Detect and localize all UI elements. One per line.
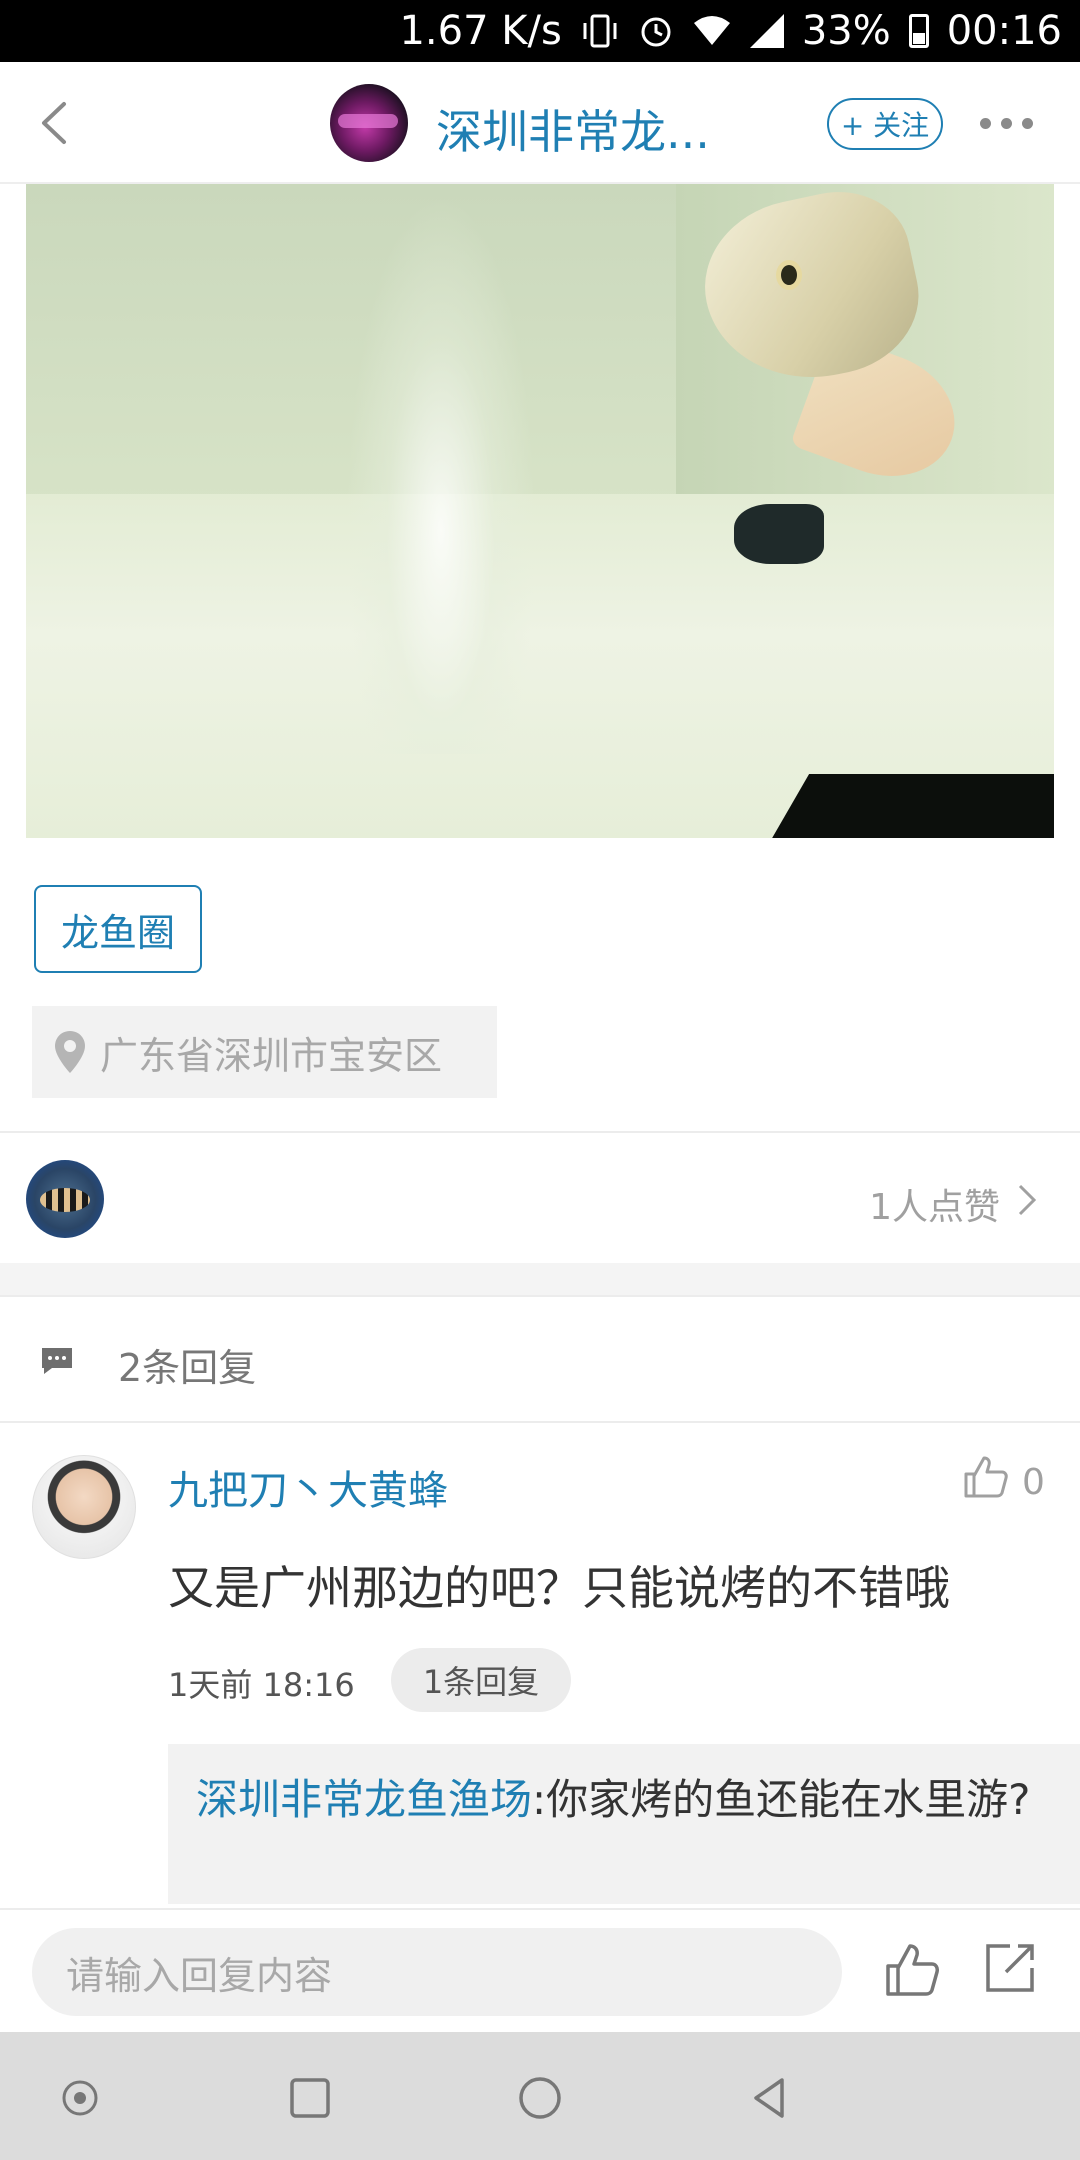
- reply-count: 2条回复: [118, 1346, 257, 1390]
- alarm-icon: [638, 13, 674, 49]
- back-triangle-icon[interactable]: [748, 2076, 792, 2120]
- share-icon[interactable]: [982, 1940, 1038, 1996]
- recents-icon[interactable]: [288, 2076, 332, 2120]
- post-image[interactable]: [26, 184, 1054, 838]
- comment-like-count: 0: [1022, 1462, 1045, 1503]
- liker-avatar[interactable]: [26, 1160, 104, 1238]
- top-header: 深圳非常龙... + 关注: [0, 62, 1080, 184]
- battery-icon: [908, 14, 929, 48]
- divider: [0, 1421, 1080, 1423]
- cell-signal-icon: [749, 14, 784, 48]
- comment-icon: [42, 1348, 72, 1374]
- battery-percent: 33%: [801, 8, 891, 54]
- comment-text: 又是广州那边的吧？只能说烤的不错哦: [168, 1561, 950, 1615]
- home-icon[interactable]: [518, 2076, 562, 2120]
- divider: [0, 1131, 1080, 1133]
- comment-timestamp: 1天前 18:16: [168, 1666, 355, 1704]
- divider: [0, 1295, 1080, 1297]
- location-pin-icon: [55, 1031, 85, 1073]
- commenter-avatar[interactable]: [32, 1455, 136, 1559]
- topic-tag[interactable]: 龙鱼圈: [34, 885, 202, 973]
- view-replies-button[interactable]: 1条回复: [391, 1648, 571, 1712]
- follow-button[interactable]: + 关注: [827, 98, 943, 150]
- clock: 00:16: [946, 8, 1062, 54]
- likes-summary[interactable]: 1人点赞: [869, 1178, 1000, 1230]
- account-title[interactable]: 深圳非常龙...: [436, 96, 710, 162]
- sub-reply-text: :你家烤的鱼还能在水里游?: [532, 1775, 1031, 1824]
- thumbs-up-icon[interactable]: [882, 1940, 942, 2000]
- reply-input[interactable]: 请输入回复内容: [32, 1928, 842, 2016]
- sub-reply[interactable]: 深圳非常龙鱼渔场:你家烤的鱼还能在水里游?: [168, 1744, 1080, 1904]
- location-chip[interactable]: 广东省深圳市宝安区: [32, 1006, 497, 1098]
- back-arrow-icon[interactable]: [32, 98, 82, 148]
- account-avatar[interactable]: [330, 84, 408, 162]
- vibrate-icon: [580, 14, 620, 48]
- reply-input-bar: 请输入回复内容: [0, 1908, 1080, 2032]
- chevron-right-icon[interactable]: [1012, 1180, 1042, 1220]
- network-speed: 1.67 K/s: [399, 8, 562, 54]
- wifi-icon: [692, 15, 732, 47]
- status-bar: 1.67 K/s 33% 00:16: [0, 0, 1080, 62]
- thumbs-up-icon[interactable]: [960, 1452, 1010, 1502]
- sub-reply-author[interactable]: 深圳非常龙鱼渔场: [196, 1775, 532, 1824]
- system-nav-bar: [0, 2032, 1080, 2160]
- commenter-name[interactable]: 九把刀丶大黄蜂: [168, 1458, 448, 1516]
- more-options-icon[interactable]: [980, 118, 1033, 129]
- section-gap: [0, 1263, 1080, 1295]
- dot-nav-icon[interactable]: [58, 2076, 102, 2120]
- location-text: 广东省深圳市宝安区: [100, 1033, 443, 1078]
